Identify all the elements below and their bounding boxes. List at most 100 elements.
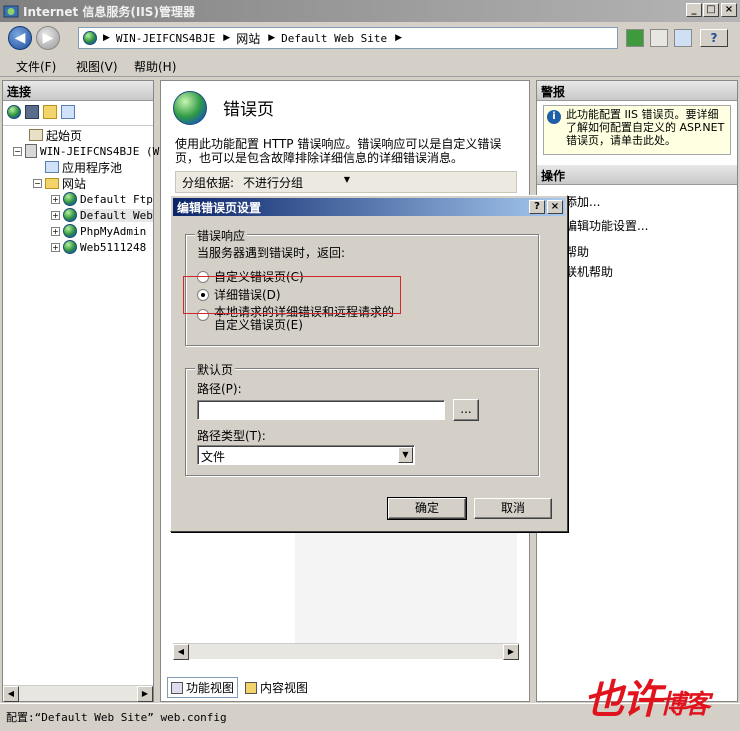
status-text: 配置:“Default Web Site” web.config bbox=[6, 711, 227, 724]
path-type-select[interactable]: 文件 ▼ bbox=[197, 445, 415, 465]
breadcrumb-separator: ▶ bbox=[395, 33, 403, 43]
scroll-right-arrow[interactable]: ▶ bbox=[137, 686, 153, 702]
collapse-toggle[interactable]: − bbox=[33, 178, 42, 188]
radio-label-line: 自定义错误页(E) bbox=[214, 318, 303, 332]
content-view-icon bbox=[245, 681, 258, 694]
maximize-button[interactable]: □ bbox=[703, 3, 719, 17]
scroll-right-arrow[interactable]: ▶ bbox=[503, 644, 519, 660]
scroll-left-arrow[interactable]: ◀ bbox=[173, 644, 189, 660]
action-add[interactable]: 添加... bbox=[565, 193, 600, 210]
expand-toggle[interactable]: + bbox=[51, 242, 60, 252]
breadcrumb-sites[interactable]: 网站 bbox=[236, 30, 260, 47]
home-icon[interactable] bbox=[674, 29, 692, 47]
page-description: 使用此功能配置 HTTP 错误响应。错误响应可以是自定义错误页，也可以是包含故障… bbox=[175, 137, 502, 165]
globe-icon bbox=[83, 31, 97, 45]
back-arrow-icon: ◀ bbox=[14, 30, 26, 46]
site-globe-icon bbox=[63, 192, 77, 206]
action-edit-feature-settings[interactable]: 编辑功能设置... bbox=[565, 217, 648, 234]
back-button[interactable]: ◀ bbox=[8, 26, 32, 50]
tree-sites[interactable]: − 网站 bbox=[33, 175, 86, 191]
connections-hscroll[interactable]: ◀ ▶ bbox=[3, 685, 153, 702]
tree-label: PhpMyAdmin bbox=[80, 224, 147, 238]
tree-start-page[interactable]: 起始页 bbox=[29, 127, 82, 143]
features-view-icon bbox=[171, 681, 183, 694]
ok-button[interactable]: 确定 bbox=[387, 497, 467, 520]
chevron-down-icon[interactable]: ▼ bbox=[398, 447, 413, 463]
tree-label: 起始页 bbox=[46, 128, 83, 143]
path-label: 路径(P): bbox=[197, 382, 242, 396]
default-page-label: 默认页 bbox=[195, 361, 236, 378]
tree-label: Default Ftp bbox=[80, 192, 153, 206]
tree-label: Default Web bbox=[80, 208, 153, 222]
error-response-label: 错误响应 bbox=[195, 227, 248, 244]
view-tabs: 功能视图 内容视图 bbox=[167, 677, 311, 698]
expand-toggle[interactable]: + bbox=[51, 194, 60, 204]
error-pages-globe-icon bbox=[173, 91, 207, 125]
close-button[interactable]: × bbox=[721, 3, 737, 17]
menu-view[interactable]: 视图(V) bbox=[76, 58, 118, 75]
disconnect-icon[interactable] bbox=[61, 105, 75, 119]
tab-label: 功能视图 bbox=[186, 681, 235, 695]
breadcrumb-site[interactable]: Default Web Site bbox=[281, 32, 387, 45]
folder-up-icon[interactable] bbox=[43, 105, 57, 119]
tree-server[interactable]: − WIN-JEIFCNS4BJE (W bbox=[13, 143, 159, 159]
save-icon[interactable] bbox=[25, 105, 39, 119]
tree-app-pools[interactable]: 应用程序池 bbox=[45, 159, 122, 175]
address-breadcrumb[interactable]: ▶ WIN-JEIFCNS4BJE ▶ 网站 ▶ Default Web Sit… bbox=[78, 27, 618, 49]
action-online-help[interactable]: 联机帮助 bbox=[565, 263, 613, 280]
folder-icon bbox=[45, 177, 59, 189]
alerts-header: 警报 bbox=[537, 81, 737, 101]
start-page-icon bbox=[29, 129, 43, 141]
connections-header: 连接 bbox=[3, 81, 153, 101]
stop-icon[interactable] bbox=[650, 29, 668, 47]
window-title-bar: Internet 信息服务(IIS)管理器 _ □ × bbox=[0, 0, 740, 22]
edit-error-pages-dialog: 编辑错误页设置 ? × 错误响应 当服务器遇到错误时，返回: 自定义错误页(C)… bbox=[170, 195, 568, 532]
minimize-button[interactable]: _ bbox=[686, 3, 702, 17]
action-help[interactable]: 帮助 bbox=[565, 243, 589, 260]
alert-box: i 此功能配置 IIS 错误页。要详细了解如何配置自定义的 ASP.NET 错误… bbox=[543, 105, 731, 155]
tree-site-item[interactable]: + Default Web bbox=[51, 207, 153, 223]
info-icon: i bbox=[547, 110, 561, 124]
chevron-down-icon: ▼ bbox=[343, 175, 351, 184]
collapse-toggle[interactable]: − bbox=[13, 146, 22, 156]
scroll-left-arrow[interactable]: ◀ bbox=[3, 686, 19, 702]
page-title: 错误页 bbox=[223, 100, 274, 120]
group-by-value: 不进行分组 bbox=[243, 176, 304, 190]
tree-site-item[interactable]: + PhpMyAdmin bbox=[51, 223, 146, 239]
breadcrumb-separator: ▶ bbox=[103, 33, 110, 43]
tree-site-item[interactable]: + Web5111248 bbox=[51, 239, 146, 255]
help-dropdown[interactable]: ? bbox=[700, 29, 728, 47]
site-globe-icon bbox=[63, 224, 77, 238]
forward-arrow-icon: ▶ bbox=[42, 30, 54, 46]
alert-link[interactable]: 此功能配置 IIS 错误页。要详细了解如何配置自定义的 ASP.NET 错误页，… bbox=[566, 108, 726, 147]
connect-globe-icon[interactable] bbox=[7, 105, 21, 119]
refresh-icon[interactable] bbox=[626, 29, 644, 47]
iis-app-icon bbox=[3, 5, 19, 18]
expand-toggle[interactable]: + bbox=[51, 226, 60, 236]
expand-toggle[interactable]: + bbox=[51, 210, 60, 220]
app-pool-icon bbox=[45, 161, 59, 173]
list-area bbox=[295, 531, 517, 643]
dialog-close-button[interactable]: × bbox=[547, 200, 563, 214]
dialog-help-button[interactable]: ? bbox=[529, 200, 545, 214]
breadcrumb-server[interactable]: WIN-JEIFCNS4BJE bbox=[116, 32, 215, 45]
path-input[interactable] bbox=[197, 400, 445, 420]
blog-watermark-logo: 也许博客 bbox=[584, 676, 710, 723]
group-by-dropdown[interactable]: 不进行分组 ▼ bbox=[240, 173, 352, 191]
tab-features-view[interactable]: 功能视图 bbox=[167, 677, 239, 698]
tree-label: 网站 bbox=[62, 176, 87, 191]
connections-toolbar bbox=[7, 105, 75, 123]
address-bar: ◀ ▶ ▶ WIN-JEIFCNS4BJE ▶ 网站 ▶ Default Web… bbox=[0, 22, 740, 54]
forward-button[interactable]: ▶ bbox=[36, 26, 60, 50]
menu-help[interactable]: 帮助(H) bbox=[134, 58, 176, 75]
path-type-label: 路径类型(T): bbox=[197, 429, 266, 443]
tab-label: 内容视图 bbox=[260, 681, 309, 695]
tab-content-view[interactable]: 内容视图 bbox=[242, 678, 311, 697]
browse-button[interactable]: ... bbox=[453, 399, 479, 421]
menu-file[interactable]: 文件(F) bbox=[16, 58, 56, 75]
window-title: Internet 信息服务(IIS)管理器 bbox=[23, 4, 195, 19]
cancel-button[interactable]: 取消 bbox=[474, 498, 552, 519]
tree-site-item[interactable]: + Default Ftp bbox=[51, 191, 153, 207]
feature-hscroll[interactable]: ◀ ▶ bbox=[173, 643, 519, 660]
site-globe-icon bbox=[63, 208, 77, 222]
